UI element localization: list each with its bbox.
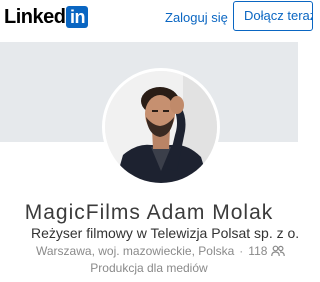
meta-separator: ·: [239, 244, 244, 258]
join-now-button[interactable]: Dołącz teraz: [233, 1, 313, 31]
connections-count[interactable]: 118: [248, 243, 267, 259]
linkedin-logo[interactable]: Linked in: [4, 5, 89, 29]
logo-wordmark: Linked: [4, 6, 66, 28]
profile-name: MagicFilms Adam Molak: [24, 201, 274, 224]
profile-location: Warszawa, woj. mazowieckie, Polska: [36, 244, 235, 258]
profile-meta-row: Warszawa, woj. mazowieckie, Polska · 118: [36, 243, 298, 259]
profile-industry: Produkcja dla mediów: [90, 261, 208, 275]
people-icon: [271, 245, 286, 257]
logo-in-box: in: [66, 6, 89, 28]
top-navigation-bar: Linked in Zaloguj się Dołącz teraz: [0, 0, 313, 36]
sign-in-link[interactable]: Zaloguj się: [165, 10, 228, 26]
profile-photo-image: [105, 71, 217, 183]
profile-headline: Reżyser filmowy w Telewizja Polsat sp. z…: [31, 225, 298, 241]
profile-photo[interactable]: [102, 68, 220, 186]
